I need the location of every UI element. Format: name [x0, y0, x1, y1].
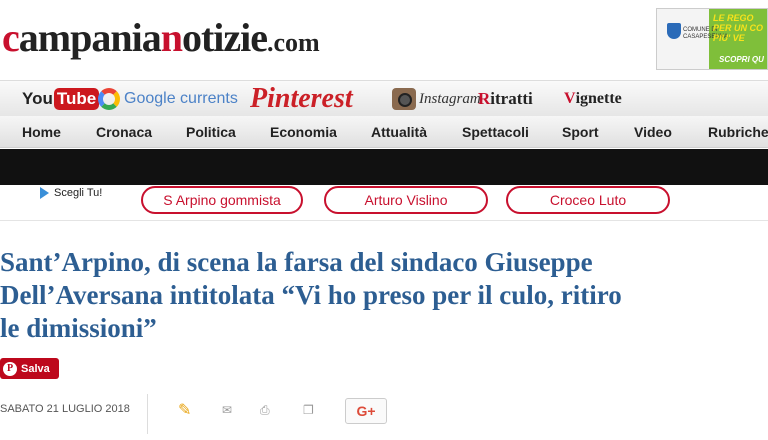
crest-shield-icon [667, 23, 681, 39]
headline-line-2: Dell’Aversana intitolata “Vi ho preso pe… [0, 280, 622, 310]
scegli-tu[interactable]: Scegli Tu! [40, 187, 102, 199]
vignette-cap: V [564, 90, 576, 107]
headline-line-1: Sant’Arpino, di scena la farsa del sinda… [0, 247, 593, 277]
instagram-link[interactable]: Instagram [392, 85, 481, 113]
pill-arturo-vislino[interactable]: Arturo Vislino [324, 186, 488, 214]
ritratti-rest: itratti [490, 89, 533, 108]
copy-icon[interactable]: ❐ [303, 403, 314, 417]
print-icon[interactable]: ⎙ [260, 403, 270, 418]
banner-line3: PIU' VE [713, 33, 745, 43]
vignette-link[interactable]: Vignette [564, 85, 622, 113]
banner-line2: PER UN CO [713, 23, 764, 33]
google-currents-label: Google currents [124, 90, 238, 107]
logo-otizie: otizie [181, 15, 268, 60]
nav-attualita[interactable]: Attualità [371, 124, 427, 140]
ad-banner[interactable]: COMUNE DI CASAPESENNA LE REGO PER UN CO … [656, 8, 768, 70]
black-bar [0, 149, 768, 185]
site-logo[interactable]: campanianotizie.com [2, 14, 320, 67]
nav-rubriche[interactable]: Rubriche [708, 124, 768, 140]
pencil-icon[interactable]: ✎ [178, 400, 191, 420]
logo-n: n [160, 15, 183, 60]
google-currents-link[interactable]: Google currents [98, 85, 238, 113]
google-currents-icon [98, 88, 120, 110]
promo-row: Scegli Tu! S Arpino gommista Arturo Visl… [0, 185, 768, 221]
ritratti-link[interactable]: Ritratti [478, 85, 533, 113]
logo-com: .com [267, 28, 320, 57]
divider [147, 394, 148, 434]
pill-s-arpino-gommista[interactable]: S Arpino gommista [141, 186, 303, 214]
vignette-rest: ignette [575, 90, 622, 107]
youtube-you: You [22, 89, 53, 108]
nav-cronaca[interactable]: Cronaca [96, 124, 152, 140]
nav-economia[interactable]: Economia [270, 124, 337, 140]
youtube-link[interactable]: You Tube [22, 85, 100, 113]
main-nav: Home Cronaca Politica Economia Attualità… [0, 116, 768, 148]
youtube-tube: Tube [53, 88, 100, 110]
ritratti-cap: R [478, 89, 491, 108]
article-headline: Sant’Arpino, di scena la farsa del sinda… [0, 246, 720, 345]
nav-spettacoli[interactable]: Spettacoli [462, 124, 529, 140]
nav-sport[interactable]: Sport [562, 124, 599, 140]
google-plus-button[interactable]: G+ [345, 398, 387, 424]
nav-home[interactable]: Home [22, 124, 61, 140]
instagram-label: Instagram [419, 90, 481, 107]
headline-line-3: le dimissioni” [0, 313, 157, 343]
article-date: SABATO 21 LUGLIO 2018 [0, 403, 130, 415]
pinterest-icon: P [3, 361, 17, 376]
play-icon [40, 187, 49, 199]
pill-croceo-luto[interactable]: Croceo Luto [506, 186, 670, 214]
banner-crest: COMUNE DI CASAPESENNA [657, 9, 728, 69]
logo-ampania: ampania [18, 15, 162, 60]
email-icon[interactable]: ✉ [222, 403, 232, 417]
scegli-label: Scegli Tu! [54, 187, 103, 199]
social-bar: You Tube Google currents Pinterest Instag… [0, 80, 768, 116]
pinterest-label: Pinterest [250, 83, 353, 114]
banner-text: LE REGO PER UN CO PIU' VE [713, 13, 763, 43]
instagram-camera-icon [392, 88, 416, 110]
logo-c: c [2, 15, 20, 60]
pinterest-link[interactable]: Pinterest [250, 83, 353, 114]
nav-video[interactable]: Video [634, 124, 672, 140]
nav-politica[interactable]: Politica [186, 124, 236, 140]
pinterest-save-button[interactable]: P Salva [0, 358, 59, 379]
banner-cta: SCOPRI QU [719, 55, 764, 64]
banner-line1: LE REGO [713, 13, 754, 23]
salva-label: Salva [21, 362, 50, 375]
